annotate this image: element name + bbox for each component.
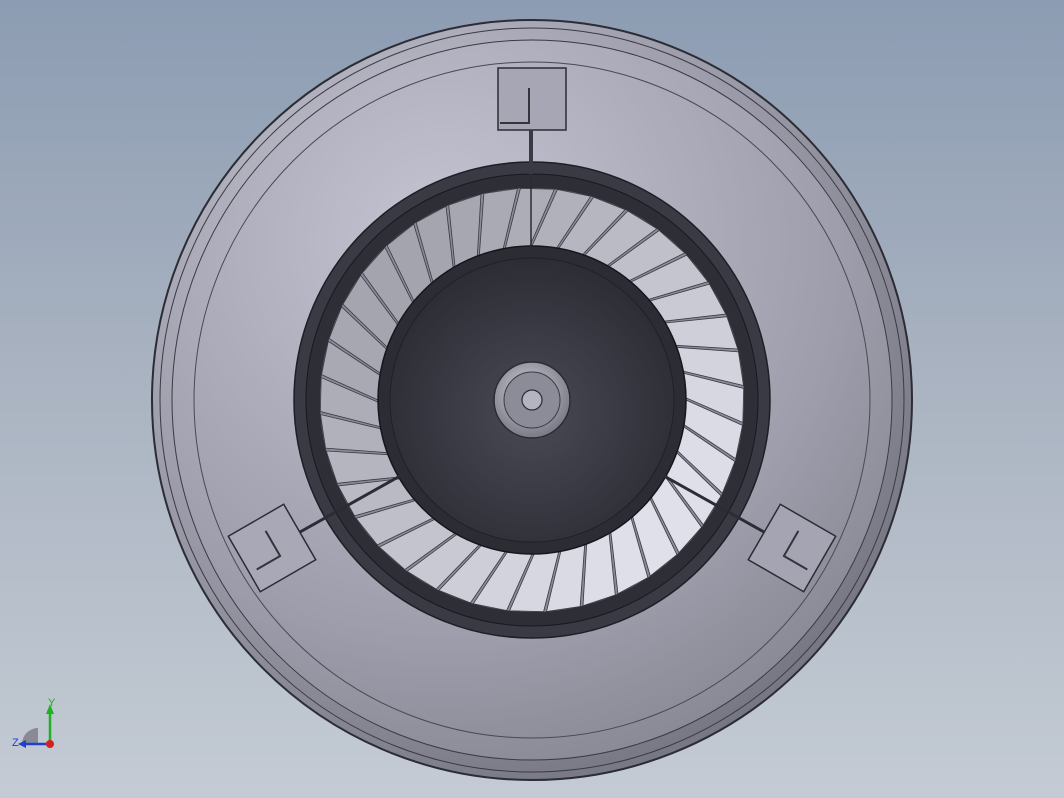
x-axis-icon <box>46 740 54 748</box>
turbine-model[interactable] <box>0 0 1064 798</box>
z-arrow-icon <box>18 740 26 748</box>
orientation-triad: Y Z <box>12 697 56 749</box>
y-axis-label: Y <box>48 697 56 709</box>
center-bore <box>521 389 543 411</box>
cad-viewport[interactable]: Y Z <box>0 0 1064 798</box>
z-axis-label: Z <box>12 737 19 749</box>
